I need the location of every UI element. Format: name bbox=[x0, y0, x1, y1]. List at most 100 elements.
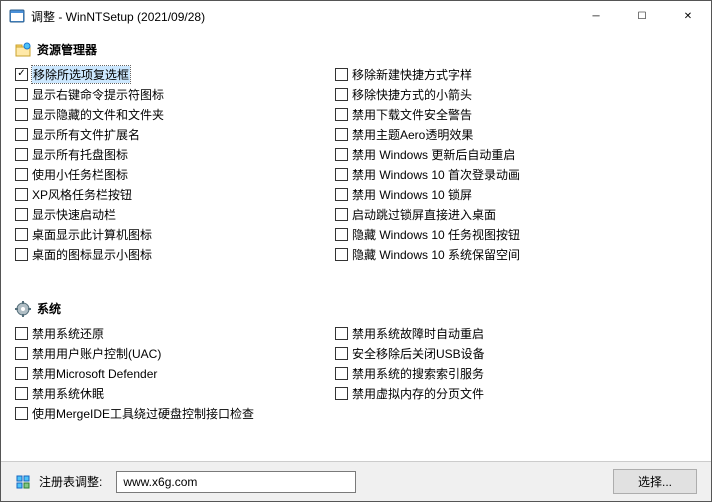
system-row[interactable]: 禁用系统休眠 bbox=[15, 383, 335, 403]
system-section-header: 系统 bbox=[15, 300, 697, 317]
explorer-row[interactable]: 桌面显示此计算机图标 bbox=[15, 224, 335, 244]
checkbox-label: 禁用系统休眠 bbox=[32, 385, 104, 402]
registry-icon bbox=[15, 474, 31, 490]
system-row[interactable]: 安全移除后关闭USB设备 bbox=[335, 343, 697, 363]
checkbox[interactable] bbox=[335, 128, 348, 141]
registry-label: 注册表调整: bbox=[39, 473, 102, 490]
registry-input[interactable] bbox=[116, 471, 356, 493]
checkbox[interactable] bbox=[15, 68, 28, 81]
explorer-row[interactable]: 隐藏 Windows 10 任务视图按钮 bbox=[335, 224, 697, 244]
checkbox-label: 移除新建快捷方式字样 bbox=[352, 66, 472, 83]
window-title: 调整 - WinNTSetup (2021/09/28) bbox=[31, 8, 573, 25]
explorer-row[interactable]: 显示所有文件扩展名 bbox=[15, 124, 335, 144]
titlebar: 调整 - WinNTSetup (2021/09/28) ─ ☐ ✕ bbox=[1, 1, 711, 31]
checkbox-label: 禁用 Windows 10 锁屏 bbox=[352, 186, 472, 203]
checkbox[interactable] bbox=[15, 228, 28, 241]
checkbox-label: 禁用系统还原 bbox=[32, 325, 104, 342]
explorer-row[interactable]: 移除快捷方式的小箭头 bbox=[335, 84, 697, 104]
explorer-row[interactable]: 禁用 Windows 10 首次登录动画 bbox=[335, 164, 697, 184]
checkbox[interactable] bbox=[15, 327, 28, 340]
explorer-row[interactable]: 禁用下载文件安全警告 bbox=[335, 104, 697, 124]
explorer-row[interactable]: 显示所有托盘图标 bbox=[15, 144, 335, 164]
checkbox-label: 显示右键命令提示符图标 bbox=[32, 86, 164, 103]
close-button[interactable]: ✕ bbox=[665, 1, 711, 31]
app-icon bbox=[9, 8, 25, 24]
checkbox[interactable] bbox=[15, 387, 28, 400]
checkbox-label: 桌面的图标显示小图标 bbox=[32, 246, 152, 263]
checkbox[interactable] bbox=[15, 347, 28, 360]
checkbox[interactable] bbox=[335, 168, 348, 181]
checkbox[interactable] bbox=[335, 347, 348, 360]
checkbox[interactable] bbox=[15, 188, 28, 201]
explorer-row[interactable]: 显示隐藏的文件和文件夹 bbox=[15, 104, 335, 124]
minimize-button[interactable]: ─ bbox=[573, 1, 619, 31]
explorer-row[interactable]: 禁用主题Aero透明效果 bbox=[335, 124, 697, 144]
checkbox[interactable] bbox=[335, 108, 348, 121]
checkbox-label: 禁用系统的搜索索引服务 bbox=[352, 365, 484, 382]
checkbox-label: XP风格任务栏按钮 bbox=[32, 186, 132, 203]
explorer-row[interactable]: 显示右键命令提示符图标 bbox=[15, 84, 335, 104]
system-row[interactable]: 禁用虚拟内存的分页文件 bbox=[335, 383, 697, 403]
checkbox-label: 禁用系统故障时自动重启 bbox=[352, 325, 484, 342]
checkbox-label: 禁用下载文件安全警告 bbox=[352, 106, 472, 123]
explorer-row[interactable]: 启动跳过锁屏直接进入桌面 bbox=[335, 204, 697, 224]
checkbox[interactable] bbox=[335, 248, 348, 261]
system-section-title: 系统 bbox=[37, 300, 61, 317]
checkbox[interactable] bbox=[335, 367, 348, 380]
checkbox-label: 禁用主题Aero透明效果 bbox=[352, 126, 473, 143]
checkbox-label: 隐藏 Windows 10 系统保留空间 bbox=[352, 246, 520, 263]
explorer-row[interactable]: 禁用 Windows 10 锁屏 bbox=[335, 184, 697, 204]
checkbox-label: 禁用用户账户控制(UAC) bbox=[32, 345, 161, 362]
explorer-section-title: 资源管理器 bbox=[37, 41, 97, 58]
system-row[interactable]: 禁用系统故障时自动重启 bbox=[335, 323, 697, 343]
system-row[interactable]: 禁用Microsoft Defender bbox=[15, 363, 335, 383]
checkbox-label: 桌面显示此计算机图标 bbox=[32, 226, 152, 243]
system-row[interactable]: 禁用系统的搜索索引服务 bbox=[335, 363, 697, 383]
checkbox[interactable] bbox=[335, 327, 348, 340]
explorer-row[interactable]: 使用小任务栏图标 bbox=[15, 164, 335, 184]
maximize-button[interactable]: ☐ bbox=[619, 1, 665, 31]
checkbox[interactable] bbox=[15, 128, 28, 141]
checkbox-label: 显示所有托盘图标 bbox=[32, 146, 128, 163]
checkbox-label: 禁用 Windows 10 首次登录动画 bbox=[352, 166, 520, 183]
explorer-icon bbox=[15, 42, 31, 58]
explorer-row[interactable]: 显示快速启动栏 bbox=[15, 204, 335, 224]
checkbox-label: 移除所选项复选框 bbox=[32, 66, 130, 83]
footer: 注册表调整: 选择... bbox=[1, 461, 711, 501]
checkbox-label: 显示快速启动栏 bbox=[32, 206, 116, 223]
explorer-row[interactable]: XP风格任务栏按钮 bbox=[15, 184, 335, 204]
checkbox-label: 隐藏 Windows 10 任务视图按钮 bbox=[352, 226, 520, 243]
checkbox[interactable] bbox=[335, 188, 348, 201]
explorer-row[interactable]: 隐藏 Windows 10 系统保留空间 bbox=[335, 244, 697, 264]
checkbox[interactable] bbox=[15, 248, 28, 261]
checkbox[interactable] bbox=[15, 208, 28, 221]
checkbox[interactable] bbox=[15, 367, 28, 380]
checkbox[interactable] bbox=[15, 108, 28, 121]
checkbox[interactable] bbox=[15, 407, 28, 420]
system-row[interactable]: 使用MergeIDE工具绕过硬盘控制接口检查 bbox=[15, 403, 335, 423]
checkbox[interactable] bbox=[15, 88, 28, 101]
explorer-row[interactable]: 禁用 Windows 更新后自动重启 bbox=[335, 144, 697, 164]
checkbox[interactable] bbox=[15, 168, 28, 181]
checkbox[interactable] bbox=[335, 387, 348, 400]
checkbox[interactable] bbox=[15, 148, 28, 161]
system-row[interactable]: 禁用用户账户控制(UAC) bbox=[15, 343, 335, 363]
select-button[interactable]: 选择... bbox=[613, 469, 697, 494]
checkbox-label: 移除快捷方式的小箭头 bbox=[352, 86, 472, 103]
explorer-row[interactable]: 移除新建快捷方式字样 bbox=[335, 64, 697, 84]
checkbox-label: 禁用虚拟内存的分页文件 bbox=[352, 385, 484, 402]
explorer-row[interactable]: 移除所选项复选框 bbox=[15, 64, 335, 84]
checkbox[interactable] bbox=[335, 208, 348, 221]
checkbox[interactable] bbox=[335, 88, 348, 101]
checkbox[interactable] bbox=[335, 148, 348, 161]
checkbox[interactable] bbox=[335, 68, 348, 81]
checkbox-label: 使用MergeIDE工具绕过硬盘控制接口检查 bbox=[32, 405, 254, 422]
system-icon bbox=[15, 301, 31, 317]
system-row[interactable]: 禁用系统还原 bbox=[15, 323, 335, 343]
explorer-row[interactable]: 桌面的图标显示小图标 bbox=[15, 244, 335, 264]
checkbox[interactable] bbox=[335, 228, 348, 241]
checkbox-label: 安全移除后关闭USB设备 bbox=[352, 345, 485, 362]
checkbox-label: 显示所有文件扩展名 bbox=[32, 126, 140, 143]
checkbox-label: 显示隐藏的文件和文件夹 bbox=[32, 106, 164, 123]
window-controls: ─ ☐ ✕ bbox=[573, 1, 711, 31]
